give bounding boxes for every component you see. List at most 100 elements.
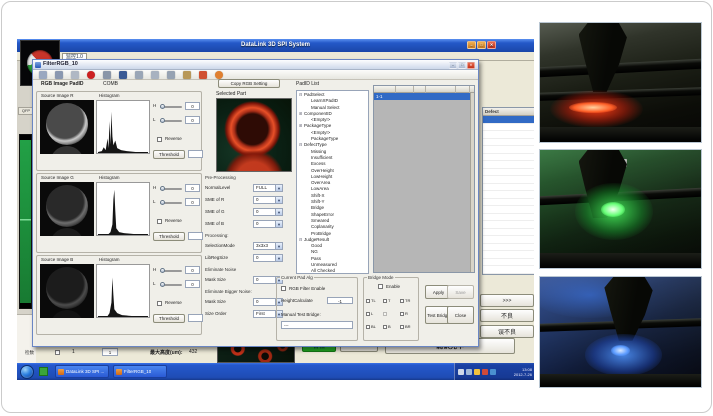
report-icon[interactable] (167, 71, 175, 79)
defect-list-item[interactable] (483, 229, 534, 237)
threshold-button[interactable]: Threshold (153, 232, 185, 241)
h-slider-knob[interactable] (160, 104, 165, 109)
quick-launch-icon[interactable] (39, 367, 48, 376)
defect-list-item[interactable] (483, 146, 534, 154)
save-button[interactable]: Save (447, 285, 474, 299)
algo-setting-dropdown[interactable]: FULL (253, 184, 283, 192)
bridge-direction-checkbox[interactable] (400, 325, 404, 329)
l-slider-knob[interactable] (160, 282, 165, 287)
false-ng-button[interactable]: 误不良 (480, 325, 534, 338)
threshold-field[interactable] (188, 232, 203, 240)
maximize-button[interactable]: □ (477, 41, 486, 49)
rgb-filter-enable-checkbox[interactable] (281, 286, 286, 291)
defect-list-item[interactable] (483, 199, 534, 207)
defect-list-item[interactable] (483, 131, 534, 139)
bridge-direction-checkbox[interactable] (400, 299, 404, 303)
defect-list-item[interactable] (483, 161, 534, 169)
reverse-checkbox[interactable] (157, 219, 162, 224)
dialog-close-action-button[interactable]: Close (447, 306, 474, 324)
algo-setting-dropdown[interactable]: 0 (253, 254, 283, 262)
measure-icon[interactable] (103, 71, 111, 79)
alert-icon[interactable] (482, 369, 488, 375)
bridge-direction-checkbox[interactable] (366, 312, 370, 316)
network-icon[interactable] (458, 369, 464, 375)
h-value-field[interactable]: 0 (185, 184, 200, 192)
grid-icon[interactable] (135, 71, 143, 79)
defect-list-item[interactable] (483, 236, 534, 244)
h-value-field[interactable]: 0 (185, 102, 200, 110)
defect-list-item[interactable] (483, 176, 534, 184)
dialog-minimize-button[interactable]: – (449, 62, 457, 69)
defect-list-item[interactable] (483, 154, 534, 162)
pencil-icon[interactable] (183, 71, 191, 79)
taskbar-task-button[interactable]: FilterRGB_10 (113, 365, 167, 378)
defect-list-item[interactable] (483, 259, 534, 267)
manual-test-bridge-field[interactable]: --- (281, 321, 353, 329)
algo-setting-dropdown[interactable]: 0 (253, 208, 283, 216)
rgb-icon[interactable] (199, 71, 207, 79)
start-button[interactable] (20, 365, 34, 379)
app-tray-icon[interactable] (490, 369, 496, 375)
camera-icon[interactable] (71, 71, 79, 79)
defect-list-item[interactable] (483, 184, 534, 192)
defect-list-item[interactable] (483, 266, 534, 274)
pad-table-scrollbar[interactable] (470, 93, 474, 272)
h-value-field[interactable]: 0 (185, 266, 200, 274)
defect-list-item[interactable] (483, 206, 534, 214)
bridge-direction-checkbox[interactable] (366, 299, 370, 303)
algo-setting-dropdown[interactable]: 0 (253, 196, 283, 204)
defect-list-item[interactable] (483, 124, 534, 132)
status-field[interactable]: 1 (102, 348, 118, 356)
pad-table-header-cell[interactable] (374, 86, 396, 93)
pad-table-header-cell[interactable] (426, 86, 456, 93)
h-slider[interactable] (160, 270, 182, 272)
h-slider[interactable] (160, 188, 182, 190)
defect-list-item[interactable] (483, 116, 534, 124)
defect-list-item[interactable] (483, 251, 534, 259)
bridge-direction-checkbox[interactable] (383, 325, 387, 329)
shield-icon[interactable] (474, 369, 480, 375)
algo-setting-dropdown[interactable]: 3x3x3 (253, 242, 283, 250)
layout-icon[interactable] (151, 71, 159, 79)
pad-table-header-cell[interactable] (396, 86, 414, 93)
threshold-button[interactable]: Threshold (153, 314, 185, 323)
height-calc-field[interactable]: -1 (327, 297, 353, 304)
threshold-button[interactable]: Threshold (153, 150, 185, 159)
close-button[interactable]: ✕ (487, 41, 496, 49)
pad-table-selected-row[interactable]: 1-1 (374, 93, 474, 100)
help-icon[interactable] (215, 71, 223, 79)
image-icon[interactable] (119, 71, 127, 79)
dialog-maximize-button[interactable]: □ (458, 62, 466, 69)
taskbar-task-button[interactable]: DataLink 3D SPI ... (55, 365, 109, 378)
threshold-field[interactable] (188, 150, 203, 158)
defect-list-item[interactable] (483, 191, 534, 199)
bridge-direction-checkbox[interactable] (366, 325, 370, 329)
h-slider[interactable] (160, 106, 182, 108)
h-slider-knob[interactable] (160, 268, 165, 273)
l-slider-knob[interactable] (160, 118, 165, 123)
h-slider-knob[interactable] (160, 186, 165, 191)
defect-list-item[interactable] (483, 139, 534, 147)
volume-icon[interactable] (466, 369, 472, 375)
defect-list-item[interactable] (483, 244, 534, 252)
l-slider-knob[interactable] (160, 200, 165, 205)
open-icon[interactable] (39, 71, 47, 79)
bridge-enable-checkbox[interactable] (378, 284, 383, 289)
pad-table-header-cell[interactable] (456, 86, 470, 93)
dialog-titlebar[interactable]: FilterRGB_10 – □ ✕ (33, 60, 478, 70)
minimize-button[interactable]: – (467, 41, 476, 49)
bridge-direction-checkbox[interactable] (400, 312, 404, 316)
reverse-checkbox[interactable] (157, 301, 162, 306)
l-slider[interactable] (160, 284, 182, 286)
tree-item[interactable]: All Checked (297, 268, 368, 274)
save-icon[interactable] (55, 71, 63, 79)
defect-list-item[interactable] (483, 214, 534, 222)
reverse-checkbox[interactable] (157, 137, 162, 142)
more-button[interactable]: >>> (480, 294, 534, 307)
defect-list-item[interactable] (483, 221, 534, 229)
ng-button[interactable]: 不良 (480, 309, 534, 322)
defect-list-item[interactable] (483, 169, 534, 177)
algo-setting-dropdown[interactable]: 0 (253, 220, 283, 228)
record-icon[interactable] (87, 71, 95, 79)
l-slider[interactable] (160, 120, 182, 122)
